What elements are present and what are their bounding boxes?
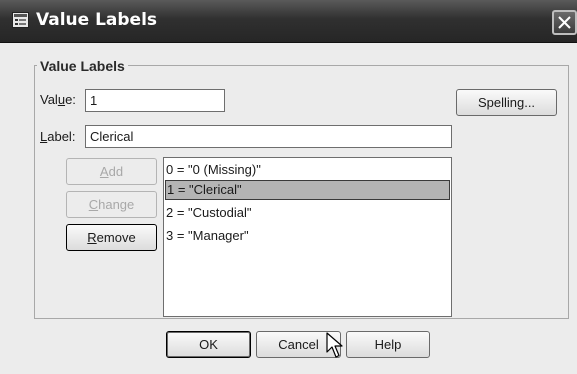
add-mnemonic: A: [99, 164, 109, 179]
value-label-mnemonic: u: [57, 92, 66, 107]
mouse-pointer-icon: [326, 332, 343, 358]
group-legend: Value Labels: [37, 58, 128, 74]
list-item-selected[interactable]: 1 = "Clerical": [165, 180, 450, 200]
list-item[interactable]: 3 = "Manager": [165, 226, 450, 246]
value-label-part: e:: [65, 92, 76, 107]
label-label-part: abel:: [47, 129, 76, 144]
value-field-label: Value:: [40, 92, 76, 107]
change-button[interactable]: Change: [66, 191, 157, 218]
value-labels-dialog: Value Labels Value Labels Value: 1 Spell…: [0, 0, 577, 374]
value-label-part: Val: [40, 92, 58, 107]
ok-button[interactable]: OK: [166, 331, 251, 358]
remove-label: emove: [96, 230, 136, 245]
close-button[interactable]: [552, 10, 577, 35]
close-icon: [558, 16, 571, 29]
list-item[interactable]: 0 = "0 (Missing)": [165, 160, 450, 180]
spelling-button[interactable]: Spelling...: [456, 89, 557, 116]
help-button[interactable]: Help: [346, 331, 430, 358]
label-input[interactable]: Clerical: [85, 125, 452, 148]
list-item[interactable]: 2 = "Custodial": [165, 203, 450, 223]
change-label: hange: [98, 197, 135, 212]
change-mnemonic: C: [88, 197, 99, 212]
value-input[interactable]: 1: [85, 89, 225, 112]
value-labels-list[interactable]: 0 = "0 (Missing)" 1 = "Clerical" 2 = "Cu…: [163, 157, 452, 317]
dialog-title: Value Labels: [36, 10, 158, 30]
remove-button[interactable]: Remove: [66, 224, 157, 251]
add-label: dd: [108, 164, 124, 179]
dialog-app-icon: [12, 12, 29, 28]
label-field-label: Label:: [40, 129, 75, 144]
remove-mnemonic: R: [87, 230, 97, 245]
add-button[interactable]: Add: [66, 158, 157, 185]
title-bar[interactable]: Value Labels: [0, 0, 577, 43]
